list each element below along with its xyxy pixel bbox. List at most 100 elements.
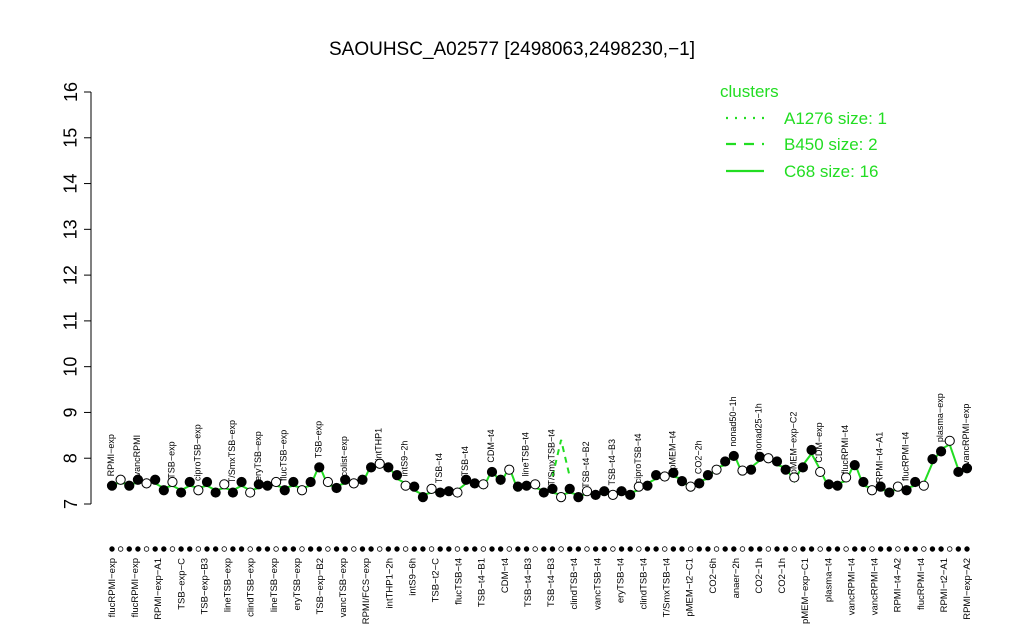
rug-mark xyxy=(601,546,607,552)
rug-mark xyxy=(739,546,746,552)
x-tick-label: vancTSB−t4 xyxy=(592,558,603,610)
data-point xyxy=(815,466,826,478)
rug-mark xyxy=(748,546,754,552)
x-tick-label: vancRPMI−t4 xyxy=(846,558,857,615)
data-point xyxy=(823,479,834,490)
data-point xyxy=(435,487,446,498)
rug-mark xyxy=(575,546,582,552)
x-tick-label: flucRPMI−t4 xyxy=(916,558,927,610)
rug-mark xyxy=(860,546,867,552)
data-point xyxy=(901,485,912,496)
rug-mark xyxy=(212,546,219,552)
point-label: CDM−exp xyxy=(814,422,824,462)
rug-mark xyxy=(567,546,573,552)
data-point xyxy=(763,453,774,464)
rug-mark xyxy=(532,546,538,552)
point-label: lineTSB−t4 xyxy=(521,432,531,476)
data-point xyxy=(288,476,299,488)
point-label: vancRPMI−exp xyxy=(961,404,971,465)
x-tick-label: pMEM−exp−C1 xyxy=(800,558,811,624)
point-label: nonad50−1h xyxy=(728,396,738,446)
rug-mark xyxy=(437,546,443,552)
rug-mark xyxy=(351,546,357,552)
data-point xyxy=(124,480,135,491)
data-point xyxy=(659,471,670,482)
data-point xyxy=(512,481,524,492)
rug-mark xyxy=(653,546,659,552)
data-point xyxy=(771,456,783,467)
x-tick-label: plasma−t4 xyxy=(823,558,834,602)
x-tick-label: lineTSB−exp xyxy=(269,558,280,612)
point-label: TSB−t4 xyxy=(434,453,444,483)
rug-mark xyxy=(791,546,797,552)
x-tick-label: lineTSB−exp xyxy=(223,558,234,612)
data-point xyxy=(564,483,575,494)
data-point xyxy=(201,476,213,488)
y-tick-label: 15 xyxy=(61,128,81,148)
rug-mark xyxy=(808,546,815,552)
rug-mark xyxy=(117,546,124,552)
data-point xyxy=(305,476,316,488)
legend-label-b450: B450 size: 2 xyxy=(784,135,878,154)
rug-mark xyxy=(472,546,478,552)
point-label: flucTSB−exp xyxy=(279,430,289,481)
data-point xyxy=(106,480,118,491)
data-point xyxy=(935,446,947,457)
rug-mark xyxy=(921,546,927,552)
rug-mark xyxy=(454,546,461,552)
rug-mark xyxy=(221,546,227,552)
data-point xyxy=(236,476,247,488)
rug-mark xyxy=(765,546,772,552)
rug-mark xyxy=(368,546,374,552)
data-point xyxy=(832,480,843,491)
rug-mark xyxy=(929,546,936,552)
data-point xyxy=(711,464,722,475)
rug-mark xyxy=(446,546,452,552)
x-tick-label: TSB−exp−B2 xyxy=(315,558,326,615)
rug-mark xyxy=(679,546,685,552)
data-point xyxy=(504,464,515,475)
rug-mark xyxy=(662,546,668,552)
point-label: intS9−2h xyxy=(400,441,410,477)
data-point xyxy=(193,485,204,496)
data-point xyxy=(737,465,748,476)
x-tick-label: TSB−exp−C xyxy=(176,558,187,610)
point-label: pMEM−exp−C2 xyxy=(788,412,798,475)
point-label: TSB−t4 xyxy=(460,446,470,476)
data-point xyxy=(599,486,610,497)
x-tick-label: eryTSB−t4 xyxy=(615,558,626,603)
point-label: colist−exp xyxy=(339,436,349,476)
data-point xyxy=(538,487,549,498)
rug-mark xyxy=(877,546,884,552)
data-point xyxy=(927,454,938,465)
point-label: ciproTSB−exp xyxy=(192,424,202,481)
rug-mark xyxy=(420,546,426,552)
x-tick-label: RPMI/FCS−exp xyxy=(361,558,372,624)
rug-mark xyxy=(843,546,849,552)
rug-mark xyxy=(359,546,366,552)
data-point xyxy=(944,435,955,446)
rug-mark xyxy=(333,546,340,552)
x-tick-label: flucRPMI−exp xyxy=(107,558,118,617)
data-point xyxy=(910,476,921,488)
rug-mark xyxy=(670,546,677,552)
x-tick-label: TSB−t2−C xyxy=(431,558,442,602)
data-point xyxy=(650,470,662,481)
point-label: RPMI−exp xyxy=(106,434,116,476)
rug-mark xyxy=(463,546,469,552)
x-tick-label: intS9−6h xyxy=(407,558,418,596)
data-point xyxy=(210,487,221,498)
data-point xyxy=(331,482,342,494)
data-point xyxy=(426,483,437,494)
data-point xyxy=(676,476,688,487)
data-point xyxy=(685,481,696,492)
rug-mark xyxy=(238,546,245,552)
x-tick-label: intTHP1−2h xyxy=(384,558,395,608)
data-point xyxy=(365,462,377,473)
data-point xyxy=(175,487,187,498)
rug-mark xyxy=(411,546,417,552)
rug-marks xyxy=(109,546,970,552)
rug-mark xyxy=(903,546,910,552)
data-point xyxy=(849,459,860,471)
data-point xyxy=(521,480,532,491)
